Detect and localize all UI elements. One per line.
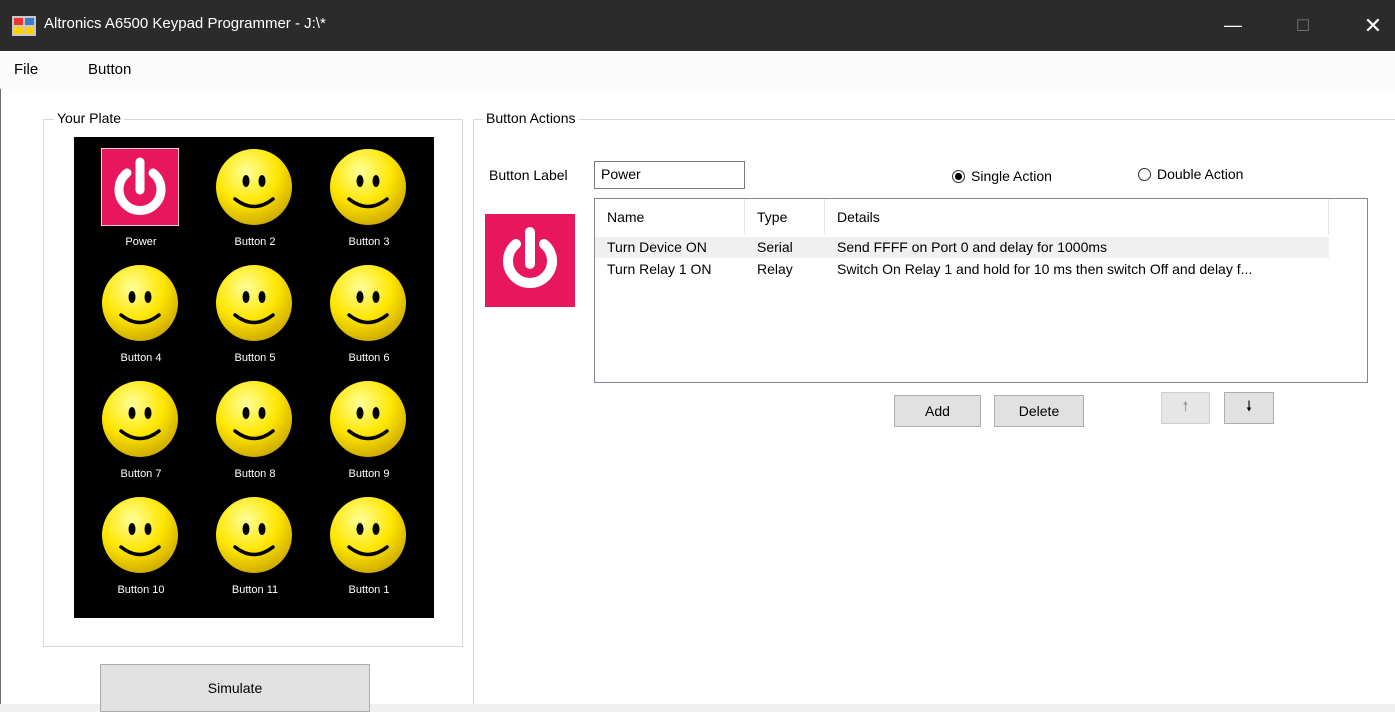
keypad-key[interactable]: Button 11 — [198, 490, 312, 604]
keypad-key-label: Button 9 — [348, 468, 390, 480]
move-up-button[interactable]: 🠕 — [1161, 392, 1210, 424]
keypad-key-label: Button 6 — [348, 352, 390, 364]
keypad-key-label: Button 5 — [234, 352, 276, 364]
smiley-icon — [330, 381, 406, 457]
power-icon — [101, 148, 179, 226]
actions-list[interactable]: Name Type Details Turn Device ON Serial … — [594, 198, 1368, 383]
smiley-icon — [330, 497, 406, 573]
keypad-key-label: Button 8 — [234, 468, 276, 480]
row-details: Send FFFF on Port 0 and delay for 1000ms — [837, 239, 1108, 255]
menu-bar: File Button — [0, 51, 1395, 89]
delete-button[interactable]: Delete — [994, 395, 1084, 427]
row-details: Switch On Relay 1 and hold for 10 ms the… — [837, 261, 1253, 277]
row-type: Serial — [757, 239, 793, 255]
keypad-key[interactable]: Button 7 — [84, 374, 198, 488]
row-name: Turn Device ON — [607, 239, 707, 255]
smiley-icon — [330, 265, 406, 341]
keypad-key[interactable]: Button 1 — [312, 490, 426, 604]
row-type: Relay — [757, 261, 793, 277]
keypad-key-label: Button 10 — [117, 584, 165, 596]
add-button[interactable]: Add — [894, 395, 981, 427]
keypad-key-label: Button 4 — [120, 352, 162, 364]
app-icon — [12, 16, 36, 36]
button-label-input[interactable]: Power — [594, 161, 745, 189]
keypad-key[interactable]: Button 2 — [198, 142, 312, 256]
list-row[interactable]: Turn Device ON Serial Send FFFF on Port … — [595, 237, 1329, 258]
keypad-key-label: Button 2 — [234, 236, 276, 248]
arrow-up-icon: 🠕 — [1182, 398, 1189, 414]
column-header-details[interactable]: Details — [825, 199, 1329, 235]
menu-file[interactable]: File — [14, 61, 38, 78]
keypad-key[interactable]: Power — [84, 142, 198, 256]
list-header: Name Type Details — [595, 199, 1367, 235]
your-plate-label: Your Plate — [54, 110, 125, 126]
keypad-key[interactable]: Button 3 — [312, 142, 426, 256]
smiley-icon — [216, 381, 292, 457]
smiley-icon — [330, 149, 406, 225]
button-actions-label: Button Actions — [483, 110, 579, 126]
smiley-icon — [102, 381, 178, 457]
keypad-key[interactable]: Button 9 — [312, 374, 426, 488]
radio-checked-icon — [952, 169, 965, 183]
keypad-key-label: Button 11 — [231, 584, 279, 596]
move-down-button[interactable]: 🠗 — [1224, 392, 1274, 424]
keypad-key[interactable]: Button 8 — [198, 374, 312, 488]
keypad-key[interactable]: Button 5 — [198, 258, 312, 372]
radio-unchecked-icon — [1138, 167, 1151, 181]
single-action-radio[interactable]: Single Action — [952, 168, 1052, 184]
power-icon — [503, 227, 557, 288]
smiley-icon — [102, 497, 178, 573]
keypad-key[interactable]: Button 10 — [84, 490, 198, 604]
list-row[interactable]: Turn Relay 1 ON Relay Switch On Relay 1 … — [595, 259, 1329, 280]
keypad-plate: Power Button 2 Button 3 Button 4 Button 5 But… — [74, 137, 434, 618]
arrow-down-icon: 🠗 — [1245, 398, 1252, 414]
row-name: Turn Relay 1 ON — [607, 261, 712, 277]
smiley-icon — [216, 265, 292, 341]
button-label-caption: Button Label — [489, 167, 568, 183]
smiley-icon — [102, 265, 178, 341]
button-preview-image — [485, 214, 575, 307]
menu-button[interactable]: Button — [88, 61, 131, 78]
single-action-label: Single Action — [971, 168, 1052, 184]
column-header-name[interactable]: Name — [595, 199, 745, 235]
keypad-key[interactable]: Button 6 — [312, 258, 426, 372]
minimize-button[interactable]: — — [1210, 0, 1256, 51]
keypad-key-label: Button 7 — [120, 468, 162, 480]
maximize-button[interactable]: ☐ — [1280, 0, 1326, 51]
title-bar: Altronics A6500 Keypad Programmer - J:\*… — [0, 0, 1395, 51]
double-action-radio[interactable]: Double Action — [1138, 166, 1243, 182]
keypad-key-label: Power — [125, 236, 157, 248]
simulate-button[interactable]: Simulate — [100, 664, 370, 712]
close-button[interactable]: ✕ — [1350, 0, 1395, 51]
keypad-key[interactable]: Button 4 — [84, 258, 198, 372]
window-title: Altronics A6500 Keypad Programmer - J:\* — [44, 15, 326, 32]
double-action-label: Double Action — [1157, 166, 1244, 182]
column-header-type[interactable]: Type — [745, 199, 825, 235]
smiley-icon — [216, 149, 292, 225]
keypad-key-label: Button 3 — [348, 236, 390, 248]
keypad-key-label: Button 1 — [348, 584, 390, 596]
smiley-icon — [216, 497, 292, 573]
